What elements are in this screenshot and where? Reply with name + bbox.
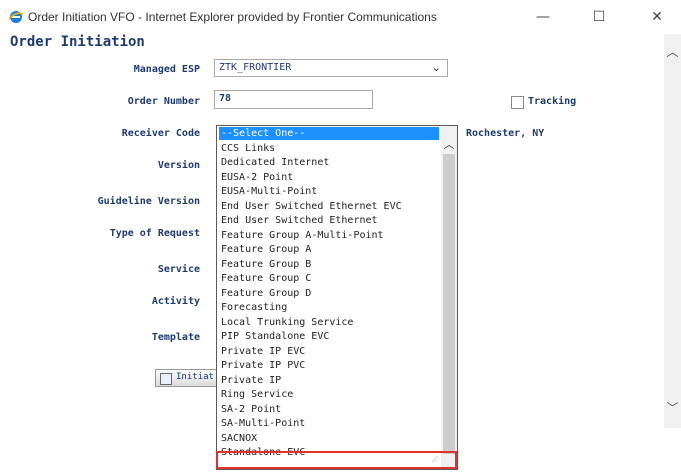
initiate-button-label: Initiat — [176, 372, 214, 382]
minimize-button[interactable]: — — [528, 4, 558, 30]
internet-explorer-icon — [8, 11, 24, 23]
type-of-request-label: Type of Request — [109, 228, 200, 239]
order-number-label: Order Number — [127, 96, 200, 107]
scroll-down-arrow-icon[interactable]: ﹀ — [664, 400, 681, 417]
dropdown-option[interactable]: Feature Group B — [219, 258, 439, 271]
dropdown-option[interactable]: Private IP — [219, 374, 439, 387]
dropdown-option[interactable]: SACNOX — [219, 432, 439, 445]
resize-grip-icon: ⟋ — [432, 455, 439, 465]
receiver-location: Rochester, NY — [466, 128, 545, 139]
dropdown-option[interactable]: Feature Group C — [219, 272, 439, 285]
window-title: Order Initiation VFO - Internet Explorer… — [28, 10, 437, 24]
highlight-annotation-box — [216, 451, 457, 469]
activity-label: Activity — [151, 296, 200, 307]
dropdown-option[interactable]: Feature Group A — [219, 243, 439, 256]
dropdown-option[interactable]: CCS Links — [219, 142, 439, 155]
tracking-label: Tracking — [528, 96, 577, 107]
dropdown-option[interactable]: PIP Standalone EVC — [219, 330, 439, 343]
dropdown-option[interactable]: Private IP EVC — [219, 345, 439, 358]
page-scrollbar[interactable]: ︿ ﹀ — [664, 34, 681, 428]
dropdown-option[interactable]: Forecasting — [219, 301, 439, 314]
dropdown-option[interactable]: Feature Group A-Multi-Point — [219, 229, 439, 242]
managed-esp-label: Managed ESP — [133, 64, 200, 75]
chevron-up-icon[interactable]: ︿ — [441, 138, 457, 152]
managed-esp-select[interactable]: ZTK_FRONTIER ⌄ — [214, 59, 448, 77]
close-button[interactable]: ✕ — [642, 4, 672, 30]
title-bar: Order Initiation VFO - Internet Explorer… — [0, 0, 681, 34]
dropdown-option[interactable]: --Select One-- — [219, 127, 439, 140]
scroll-up-arrow-icon[interactable]: ︿ — [664, 44, 681, 61]
dropdown-option[interactable]: End User Switched Ethernet — [219, 214, 439, 227]
dropdown-option[interactable]: EUSA-Multi-Point — [219, 185, 439, 198]
managed-esp-value: ZTK_FRONTIER — [219, 62, 292, 73]
maximize-button[interactable]: ☐ — [584, 4, 614, 30]
dropdown-option[interactable]: End User Switched Ethernet EVC — [219, 200, 439, 213]
version-label: Version — [157, 160, 200, 171]
template-label: Template — [151, 332, 200, 343]
dropdown-scroll-thumb[interactable] — [443, 154, 455, 454]
tracking-checkbox[interactable] — [511, 96, 524, 109]
chevron-down-icon: ⌄ — [431, 61, 441, 74]
service-dropdown-list[interactable]: --Select One-- CCS Links Dedicated Interne… — [216, 125, 458, 470]
guideline-version-label: Guideline Version — [97, 196, 200, 207]
dropdown-scrollbar[interactable]: ︿ — [441, 126, 457, 469]
dropdown-option[interactable]: Dedicated Internet — [219, 156, 439, 169]
order-number-input[interactable]: 78 — [214, 90, 373, 109]
dropdown-option[interactable]: Feature Group D — [219, 287, 439, 300]
page-title: Order Initiation — [10, 34, 145, 50]
dropdown-option[interactable]: Ring Service — [219, 388, 439, 401]
dropdown-option[interactable]: Local Trunking Service — [219, 316, 439, 329]
service-label: Service — [157, 264, 200, 275]
initiate-button[interactable]: Initiat — [155, 369, 225, 387]
receiver-code-label: Receiver Code — [121, 128, 200, 139]
dropdown-option[interactable]: Private IP PVC — [219, 359, 439, 372]
dropdown-option[interactable]: SA-2 Point — [219, 403, 439, 416]
dropdown-option[interactable]: EUSA-2 Point — [219, 171, 439, 184]
document-icon — [160, 373, 172, 385]
dropdown-option[interactable]: SA-Multi-Point — [219, 417, 439, 430]
